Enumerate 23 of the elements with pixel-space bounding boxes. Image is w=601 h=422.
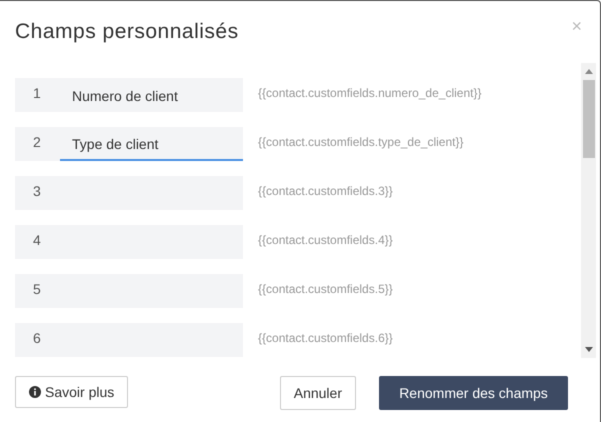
- field-name-input[interactable]: Numero de client: [60, 78, 243, 112]
- field-number: 1: [15, 78, 60, 112]
- field-number: 4: [15, 225, 60, 259]
- merge-tag: {{contact.customfields.type_de_client}}: [258, 127, 464, 151]
- scrollbar[interactable]: [581, 63, 596, 358]
- field-number: 5: [15, 274, 60, 308]
- merge-tag: {{contact.customfields.5}}: [258, 274, 393, 298]
- cancel-button[interactable]: Annuler: [280, 376, 356, 410]
- field-number: 6: [15, 323, 60, 357]
- field-number: 3: [15, 176, 60, 210]
- merge-tag: {{contact.customfields.6}}: [258, 323, 393, 347]
- scrollbar-thumb[interactable]: [582, 80, 594, 158]
- learn-more-button[interactable]: Savoir plus: [15, 376, 128, 408]
- scroll-up-icon[interactable]: [584, 69, 592, 74]
- merge-tag: {{contact.customfields.3}}: [258, 176, 393, 200]
- dialog-title: Champs personnalisés: [15, 19, 239, 45]
- field-name-input[interactable]: Type de client: [60, 127, 243, 161]
- rename-fields-button[interactable]: Renommer des champs: [379, 376, 568, 410]
- merge-tag: {{contact.customfields.numero_de_client}}: [258, 78, 482, 102]
- info-icon: [29, 386, 41, 398]
- scroll-down-icon[interactable]: [584, 347, 592, 352]
- merge-tag: {{contact.customfields.4}}: [258, 225, 393, 249]
- field-number: 2: [15, 127, 60, 161]
